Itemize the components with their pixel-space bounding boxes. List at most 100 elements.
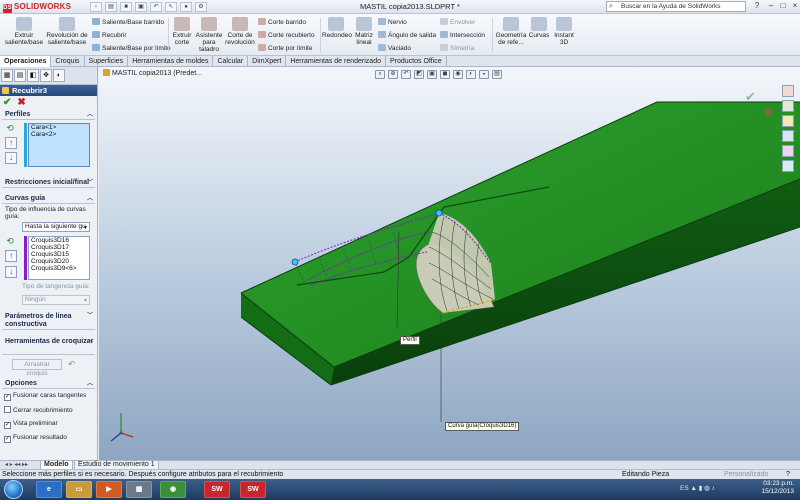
cancel-button[interactable]: ✖	[17, 98, 25, 108]
corte-limite-button[interactable]: Corte por límite	[258, 44, 312, 52]
guide-handle-point[interactable]	[291, 258, 299, 266]
herramientas-header[interactable]: Herramientas de croquizar ︿	[2, 337, 95, 355]
file-explorer-icon[interactable]	[782, 115, 794, 127]
tangency-type-select[interactable]: Ningún ▼	[22, 295, 90, 305]
saliente-barrido-button[interactable]: Saliente/Base barrido	[92, 18, 164, 26]
tab-operaciones[interactable]: Operaciones	[0, 56, 52, 67]
nervio-button[interactable]: Nervio	[378, 18, 407, 26]
apply-scene-icon[interactable]: ◒	[479, 70, 489, 79]
list-item[interactable]: Croquis3D20	[29, 258, 89, 265]
language-indicator[interactable]: ES	[680, 485, 689, 492]
drag-sketch-button[interactable]: Arrastrar croquis	[12, 359, 62, 377]
solidworks-resources-icon[interactable]	[782, 85, 794, 97]
list-item[interactable]: Cara<2>	[29, 131, 89, 138]
extruir-corte-button[interactable]: Extruir corte	[170, 17, 194, 46]
ie-icon[interactable]: e	[36, 481, 62, 498]
asistente-taladro-button[interactable]: Asistente para taladro	[195, 17, 223, 53]
section-view-icon[interactable]: ◩	[414, 70, 424, 79]
corte-revolucion-button[interactable]: Corte de revolución	[225, 17, 255, 46]
tab-herramientas-renderizado[interactable]: Herramientas de renderizado	[286, 56, 386, 67]
corte-barrido-button[interactable]: Corte barrido	[258, 18, 306, 26]
zoom-area-icon[interactable]: ⊕	[388, 70, 398, 79]
simetria-button[interactable]: Simetría	[440, 44, 474, 52]
display-style-icon[interactable]: ◼	[440, 70, 450, 79]
design-library-icon[interactable]	[782, 100, 794, 112]
corte-recubierto-button[interactable]: Corte recubierto	[258, 31, 315, 39]
edit-appearance-icon[interactable]: ◐	[466, 70, 476, 79]
new-document-icon[interactable]: ▫	[90, 2, 102, 12]
media-player-icon[interactable]: ▶	[96, 481, 122, 498]
view-orientation-icon[interactable]: ▣	[427, 70, 437, 79]
chrome-icon[interactable]: ◉	[160, 481, 186, 498]
tab-croquis[interactable]: Croquis	[51, 56, 85, 67]
extruir-saliente-button[interactable]: Extruir saliente/base	[4, 17, 44, 46]
list-item[interactable]: Croquis3D17	[29, 244, 89, 251]
matriz-lineal-button[interactable]: Matriz lineal	[352, 17, 376, 46]
move-down-button[interactable]: ↓	[5, 152, 17, 164]
profile-callout[interactable]: Perfil	[400, 336, 420, 345]
undo-icon[interactable]: ↶	[150, 2, 162, 12]
display-manager-icon[interactable]: ◐	[53, 69, 65, 82]
redondeo-button[interactable]: Redondeo	[322, 17, 352, 39]
solidworks-logo[interactable]: DS SOLIDWORKS	[3, 2, 71, 13]
help-icon[interactable]: ?	[786, 470, 790, 479]
confirm-corner-ok-icon[interactable]: ✔	[745, 89, 756, 105]
select-arrow-icon[interactable]: ↖	[165, 2, 177, 12]
perfiles-list[interactable]: Cara<1> Cara<2>	[28, 123, 90, 167]
solidworks-task-icon-2[interactable]: SW	[240, 481, 266, 498]
help-search-input[interactable]: ⌕ Buscar en la Ayuda de SolidWorks	[606, 1, 746, 12]
angulo-salida-button[interactable]: Ángulo de salida	[378, 31, 436, 39]
move-up-button[interactable]: ↑	[5, 137, 17, 149]
perfiles-header[interactable]: Perfiles ︿	[2, 110, 95, 120]
restricciones-header[interactable]: Restricciones inicial/final ﹀	[2, 178, 95, 188]
envolver-button[interactable]: Envolver	[440, 18, 475, 26]
tab-dimxpert[interactable]: DimXpert	[248, 56, 287, 67]
print-icon[interactable]: ▣	[135, 2, 147, 12]
view-settings-icon[interactable]: ▤	[492, 70, 502, 79]
close-button[interactable]: ×	[788, 1, 800, 12]
curvas-button[interactable]: Curvas	[528, 17, 550, 39]
vista-preliminar-checkbox[interactable]: ✓ Vista preliminar	[4, 420, 58, 429]
save-icon[interactable]: ■	[120, 2, 132, 12]
tab-productos-office[interactable]: Productos Office	[386, 56, 447, 67]
model-canvas[interactable]	[99, 67, 800, 460]
fusionar-caras-checkbox[interactable]: ✓ Fusionar caras tangentes	[4, 392, 86, 401]
tab-calcular[interactable]: Calcular	[213, 56, 249, 67]
property-manager-icon[interactable]: ▤	[14, 69, 26, 82]
view-palette-icon[interactable]	[782, 130, 794, 142]
curvas-guia-header[interactable]: Curvas guía ︿	[2, 194, 95, 204]
instant3d-button[interactable]: Instant 3D	[553, 17, 575, 46]
list-item[interactable]: Croquis3D9<6>	[29, 265, 89, 272]
status-custom[interactable]: Personalizado	[724, 470, 768, 479]
appearances-icon[interactable]	[782, 145, 794, 157]
ok-button[interactable]: ✔	[3, 98, 11, 108]
geometria-referencia-button[interactable]: Geometría de refe...	[494, 17, 528, 46]
feature-tree-flyout[interactable]: MASTIL copia2013 (Predet...	[103, 69, 202, 77]
recubrir-button[interactable]: Recubrir	[92, 31, 127, 39]
undo-drag-icon[interactable]: ↶	[68, 359, 76, 370]
options-icon[interactable]: ⚙	[195, 2, 207, 12]
list-item[interactable]: Croquis3D15	[29, 251, 89, 258]
curvas-guia-list[interactable]: Croquis3D16 Croquis3D17 Croquis3D15 Croq…	[28, 236, 90, 280]
previous-view-icon[interactable]: ↶	[401, 70, 411, 79]
start-button[interactable]	[4, 480, 23, 499]
explorer-icon[interactable]: ▭	[66, 481, 92, 498]
confirm-corner-cancel-icon[interactable]: ✖	[763, 105, 774, 121]
guide-curve-callout[interactable]: Curva guía(Croquis3D16)	[445, 422, 520, 431]
rebuild-icon[interactable]: ●	[180, 2, 192, 12]
vaciado-button[interactable]: Vaciado	[378, 44, 411, 52]
clock[interactable]: 03:23 p.m. 15/12/2013	[761, 480, 794, 496]
cerrar-recubrimiento-checkbox[interactable]: Cerrar recubrimiento	[4, 406, 73, 414]
configuration-manager-icon[interactable]: ◧	[27, 69, 39, 82]
guide-handle-point[interactable]	[435, 209, 443, 217]
parametros-header[interactable]: Parámetros de línea constructiva ﹀	[2, 312, 95, 330]
opciones-header[interactable]: Opciones ︿	[2, 379, 95, 389]
feature-tree-icon[interactable]: ▦	[1, 69, 13, 82]
help-icon[interactable]: ?	[750, 1, 764, 12]
solidworks-task-icon[interactable]: SW	[204, 481, 230, 498]
custom-properties-icon[interactable]	[782, 160, 794, 172]
tab-herramientas-moldes[interactable]: Herramientas de moldes	[128, 56, 214, 67]
saliente-limite-button[interactable]: Saliente/Base por límite	[92, 44, 171, 52]
move-down-button[interactable]: ↓	[5, 266, 17, 278]
list-item[interactable]: Cara<1>	[29, 124, 89, 131]
